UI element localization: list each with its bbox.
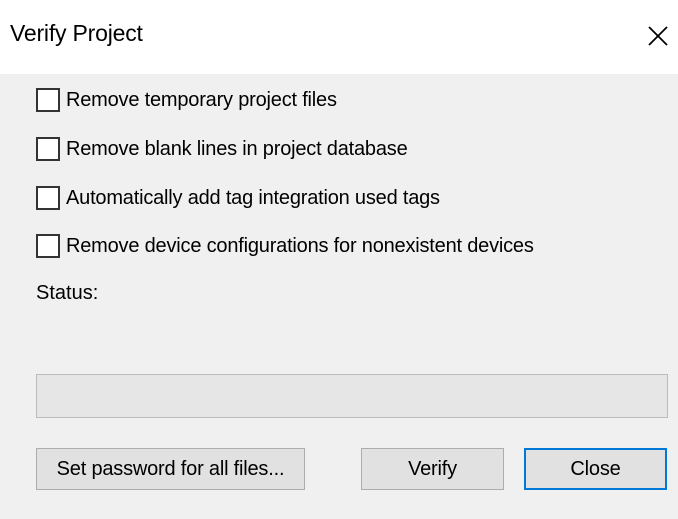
checkbox[interactable] <box>36 137 60 161</box>
set-password-button[interactable]: Set password for all files... <box>36 448 305 490</box>
checkbox[interactable] <box>36 234 60 258</box>
title-bar: Verify Project <box>0 0 678 74</box>
checkbox[interactable] <box>36 88 60 112</box>
close-button[interactable]: Close <box>524 448 667 490</box>
option-remove-blank-lines[interactable]: Remove blank lines in project database <box>36 134 408 164</box>
verify-button[interactable]: Verify <box>361 448 504 490</box>
checkbox[interactable] <box>36 186 60 210</box>
option-remove-temp-files[interactable]: Remove temporary project files <box>36 85 337 115</box>
checkbox-label: Remove blank lines in project database <box>66 137 408 160</box>
option-add-tag-integration-tags[interactable]: Automatically add tag integration used t… <box>36 183 440 213</box>
checkbox-label: Remove temporary project files <box>66 88 337 111</box>
dialog-title: Verify Project <box>10 20 143 46</box>
close-icon[interactable] <box>640 18 674 52</box>
checkbox-label: Automatically add tag integration used t… <box>66 186 440 209</box>
status-label: Status: <box>36 282 99 304</box>
checkbox-label: Remove device configurations for nonexis… <box>66 234 534 257</box>
status-progress-bar <box>36 374 668 418</box>
option-remove-device-configs[interactable]: Remove device configurations for nonexis… <box>36 231 534 261</box>
verify-project-dialog: Verify Project Remove temporary project … <box>0 0 678 519</box>
